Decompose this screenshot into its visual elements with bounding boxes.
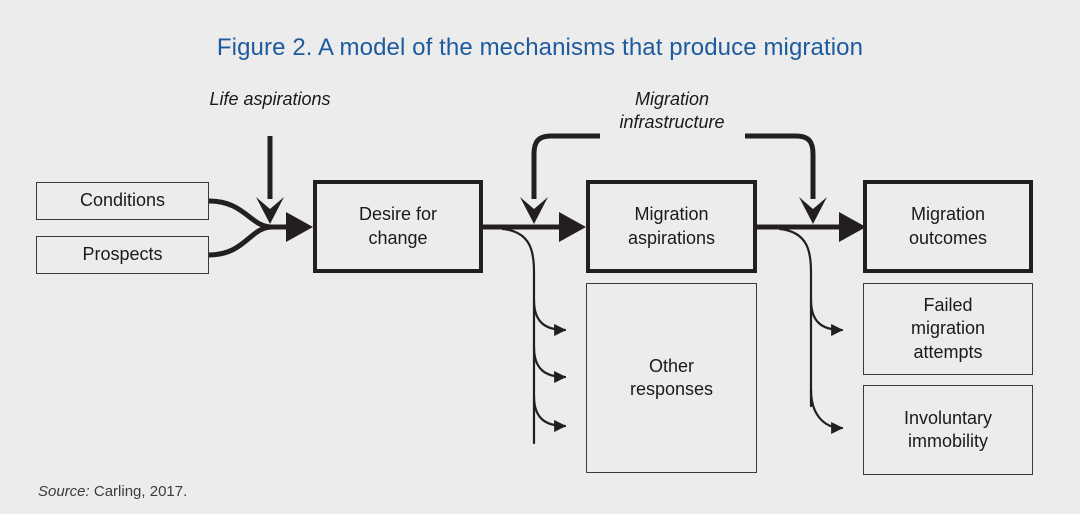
node-desire-for-change-line1: Desire for xyxy=(358,204,438,225)
edge-desire-to-other-responses xyxy=(501,227,567,445)
node-failed-migration-attempts-line2: migration xyxy=(910,318,986,339)
node-conditions[interactable]: Conditions xyxy=(36,182,209,220)
node-conditions-label: Conditions xyxy=(79,190,166,211)
arrowhead-into-outcomes xyxy=(839,212,866,242)
source-value: Carling, 2017. xyxy=(93,483,188,500)
annotation-life-aspirations: Life aspirations xyxy=(205,88,335,111)
source-label: Source: xyxy=(38,483,90,500)
node-involuntary-immobility-line2: immobility xyxy=(907,431,988,451)
node-involuntary-immobility[interactable]: Involuntary immobility xyxy=(863,385,1033,475)
annotation-life-aspirations-line1: Life xyxy=(209,89,239,109)
node-migration-aspirations-line2: aspirations xyxy=(627,227,716,248)
edge-prospects-to-desire xyxy=(208,224,292,258)
page-title: Figure 2. A model of the mechanisms that… xyxy=(216,34,864,61)
edge-conditions-to-desire xyxy=(208,198,292,230)
node-other-responses-line1: Other xyxy=(648,355,695,376)
node-failed-migration-attempts-line3: attempts xyxy=(913,341,983,362)
node-involuntary-immobility-line1: Involuntary xyxy=(903,407,993,428)
arrowhead-life-aspirations xyxy=(256,197,284,224)
node-migration-outcomes-line1: Migration xyxy=(910,204,986,225)
node-migration-aspirations-line1: Migration xyxy=(634,204,709,225)
node-failed-migration-attempts[interactable]: Failed migration attempts xyxy=(863,283,1033,375)
arrowhead-infrastructure-left xyxy=(520,197,548,224)
node-migration-outcomes[interactable]: Migration outcomes xyxy=(863,180,1033,273)
annotation-migration-infrastructure-line2: infrastructure xyxy=(619,112,725,133)
node-desire-for-change-line2: change xyxy=(368,227,428,248)
node-other-responses-line2: responses xyxy=(629,379,714,399)
arrowhead-into-aspirations xyxy=(559,212,586,242)
node-prospects-label: Prospects xyxy=(82,244,163,265)
annotation-migration-infrastructure: Migration infrastructure xyxy=(598,88,746,135)
node-desire-for-change[interactable]: Desire for change xyxy=(313,180,483,273)
annotation-life-aspirations-line2: aspirations xyxy=(243,89,331,109)
node-other-responses[interactable]: Other responses xyxy=(586,283,757,473)
figure-container: Figure 2. A model of the mechanisms that… xyxy=(0,0,1080,514)
arrowhead-into-desire xyxy=(286,212,313,242)
node-migration-aspirations[interactable]: Migration aspirations xyxy=(586,180,757,273)
node-migration-outcomes-line2: outcomes xyxy=(908,227,988,248)
annotation-migration-infrastructure-line1: Migration xyxy=(634,89,710,109)
node-prospects[interactable]: Prospects xyxy=(36,236,209,274)
node-failed-migration-attempts-line1: Failed xyxy=(923,295,973,316)
source-note: Source: Carling, 2017. xyxy=(38,483,187,500)
arrowhead-infrastructure-right xyxy=(799,197,827,224)
edge-aspirations-to-secondary xyxy=(778,227,844,435)
